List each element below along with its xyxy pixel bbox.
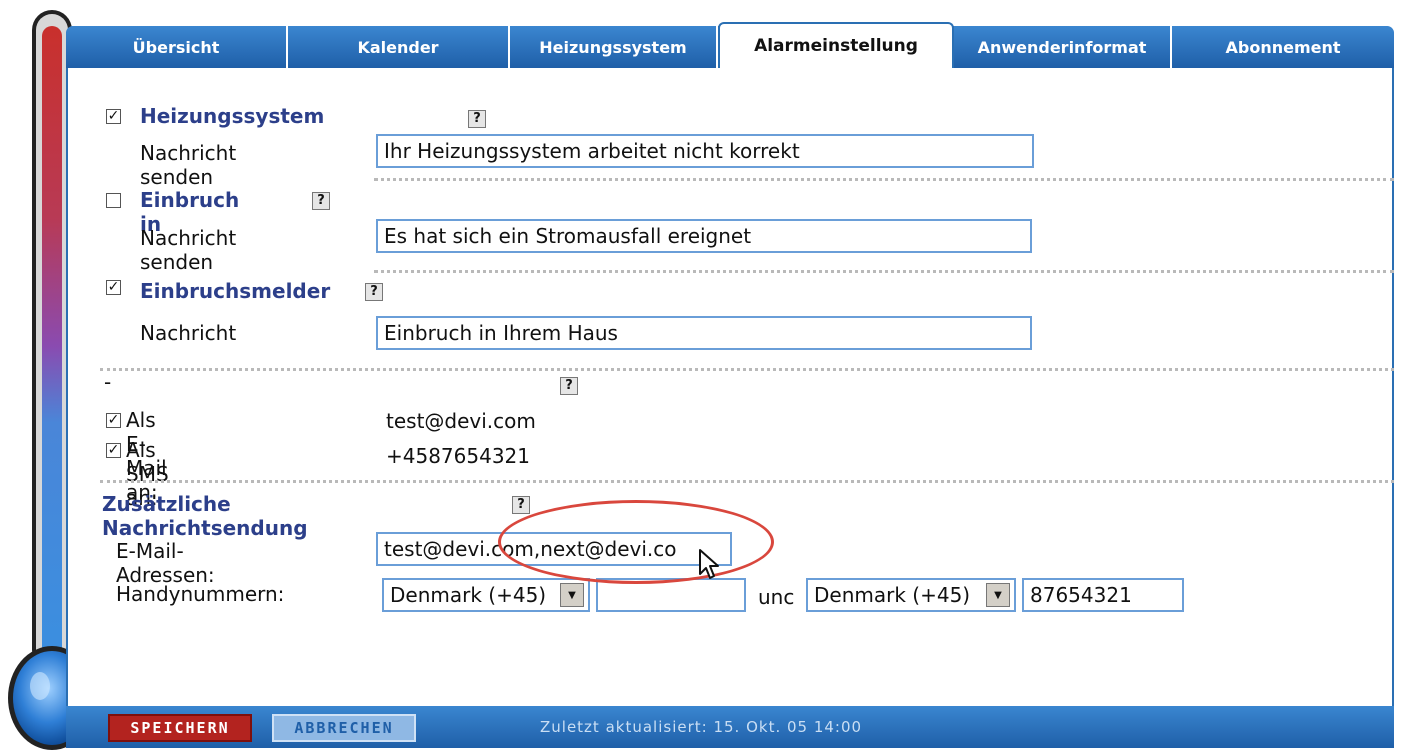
heating-alarm-checkbox[interactable]: ✓ — [106, 109, 121, 124]
and-label: unc — [758, 585, 795, 609]
sms-recipient-value: +4587654321 — [386, 444, 531, 468]
divider — [100, 368, 1394, 371]
divider — [100, 480, 1394, 483]
divider — [374, 270, 1394, 273]
divider — [374, 178, 1394, 181]
phone1-number-input[interactable] — [596, 578, 746, 612]
email-recipient-value: test@devi.com — [386, 409, 536, 433]
phone1-country-select[interactable]: Denmark (+45) ▼ — [382, 578, 590, 612]
break-in-alarm-checkbox[interactable] — [106, 193, 121, 208]
tab-overview[interactable]: Übersicht — [66, 26, 288, 68]
burglar-message-input[interactable] — [376, 316, 1032, 350]
tab-bar: Übersicht Kalender Heizungssystem Alarme… — [66, 22, 1394, 68]
chevron-down-icon[interactable]: ▼ — [986, 583, 1010, 607]
burglar-message-label: Nachricht — [140, 321, 237, 345]
save-button[interactable]: SPEICHERN — [108, 714, 252, 742]
tab-calendar[interactable]: Kalender — [288, 26, 510, 68]
email-recipient-checkbox[interactable]: ✓ — [106, 413, 121, 428]
help-icon[interactable]: ? — [468, 110, 486, 128]
help-icon[interactable]: ? — [560, 377, 578, 395]
tab-subscription[interactable]: Abonnement — [1172, 26, 1394, 68]
heating-alarm-title: Heizungssystem — [140, 104, 325, 128]
tab-user-information[interactable]: Anwenderinformat — [954, 26, 1172, 68]
break-in-message-label: Nachricht senden — [140, 226, 237, 274]
additional-phone-label: Handynummern: — [116, 582, 285, 606]
additional-email-label: E-Mail-Adressen: — [116, 539, 215, 587]
phone1-country-value: Denmark (+45) — [390, 583, 547, 607]
heating-message-label: Nachricht senden — [140, 141, 237, 189]
heating-message-input[interactable] — [376, 134, 1034, 168]
tab-heating-system[interactable]: Heizungssystem — [510, 26, 718, 68]
cancel-button[interactable]: ABBRECHEN — [272, 714, 416, 742]
dash-label: - — [104, 370, 112, 394]
help-icon[interactable]: ? — [365, 283, 383, 301]
chevron-down-icon[interactable]: ▼ — [560, 583, 584, 607]
last-updated-status: Zuletzt aktualisiert: 15. Okt. 05 14:00 — [540, 718, 863, 736]
sms-recipient-checkbox[interactable]: ✓ — [106, 443, 121, 458]
tab-alarm-settings[interactable]: Alarmeinstellung — [718, 22, 954, 68]
burglar-alarm-title: Einbruchsmelder — [140, 279, 331, 303]
additional-email-input[interactable] — [376, 532, 732, 566]
phone2-number-input[interactable] — [1022, 578, 1184, 612]
additional-notification-title: Zusätzliche Nachrichtsendung — [102, 492, 308, 540]
phone2-country-value: Denmark (+45) — [814, 583, 971, 607]
help-icon[interactable]: ? — [512, 496, 530, 514]
mouse-cursor-icon — [699, 549, 719, 579]
break-in-message-input[interactable] — [376, 219, 1032, 253]
help-icon[interactable]: ? — [312, 192, 330, 210]
phone2-country-select[interactable]: Denmark (+45) ▼ — [806, 578, 1016, 612]
burglar-alarm-checkbox[interactable]: ✓ — [106, 280, 121, 295]
